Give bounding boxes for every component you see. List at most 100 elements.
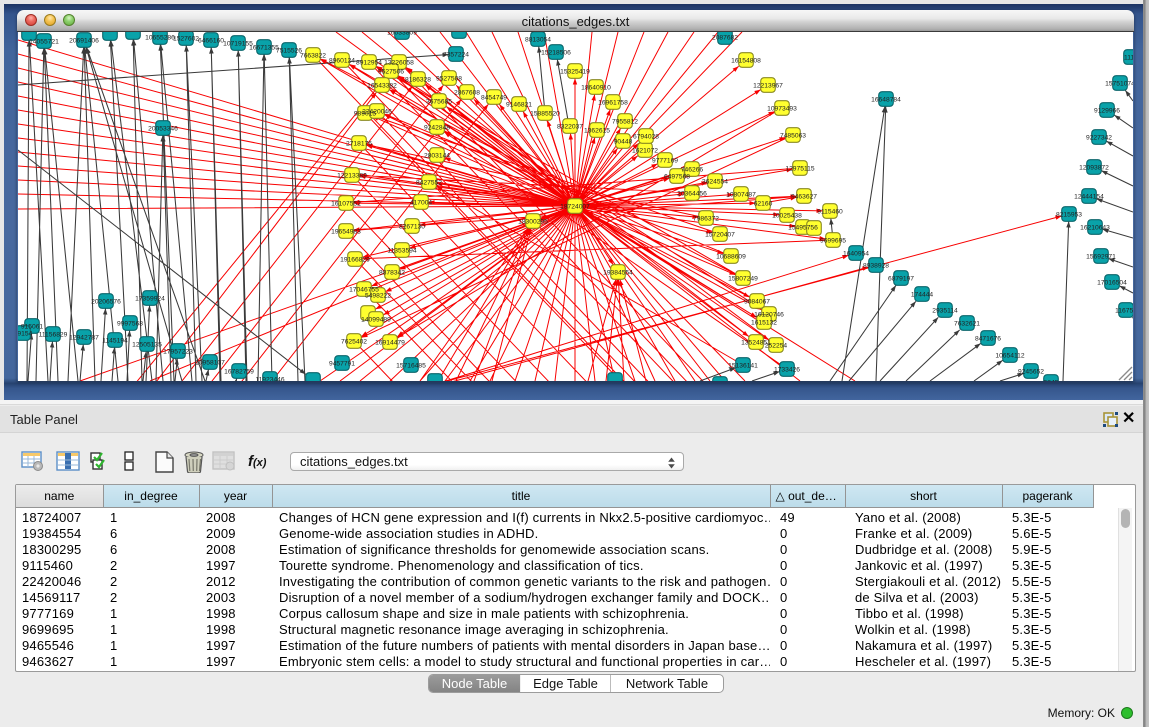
svg-text:9146821: 9146821	[506, 101, 532, 108]
svg-text:12093872: 12093872	[1079, 164, 1109, 171]
svg-text:22420046: 22420046	[362, 108, 392, 115]
svg-text:9463627: 9463627	[791, 193, 817, 200]
svg-text:15716485: 15716485	[396, 362, 426, 369]
svg-text:19384554: 19384554	[603, 269, 633, 276]
svg-text:9699695: 9699695	[820, 237, 846, 244]
svg-text:16120746: 16120746	[754, 311, 784, 318]
svg-text:6794028: 6794028	[633, 133, 659, 140]
svg-text:252254: 252254	[765, 342, 788, 349]
svg-text:8186328: 8186328	[405, 76, 431, 83]
svg-text:12213967: 12213967	[753, 82, 783, 89]
svg-text:15720407: 15720407	[705, 231, 735, 238]
svg-text:1640954: 1640954	[843, 250, 869, 257]
svg-text:15751074: 15751074	[1105, 80, 1133, 87]
svg-text:1362615: 1362615	[584, 127, 610, 134]
svg-text:7986372: 7986372	[693, 215, 719, 222]
svg-text:8427552: 8427552	[416, 179, 442, 186]
svg-text:9242848: 9242848	[424, 124, 450, 131]
svg-text:116753: 116753	[1115, 307, 1133, 314]
svg-text:11923446: 11923446	[255, 376, 285, 381]
svg-text:2718176: 2718176	[346, 140, 372, 147]
svg-text:3675685: 3675685	[426, 98, 452, 105]
svg-text:15885520: 15885520	[530, 110, 560, 117]
svg-text:16210643: 16210643	[1080, 224, 1110, 231]
svg-text:17957223: 17957223	[163, 348, 193, 355]
svg-text:9777169: 9777169	[652, 157, 678, 164]
svg-text:20364456: 20364456	[677, 190, 707, 197]
svg-text:16648784: 16648784	[871, 96, 901, 103]
svg-text:17016504: 17016504	[1097, 279, 1127, 286]
svg-text:9527508: 9527508	[436, 75, 462, 82]
svg-text:2935114: 2935114	[932, 307, 958, 314]
svg-text:10688609: 10688609	[716, 253, 746, 260]
svg-text:7625402: 7625402	[341, 338, 367, 345]
svg-text:1733426: 1733426	[774, 366, 800, 373]
svg-text:8454749: 8454749	[481, 94, 507, 101]
svg-text:7485063: 7485063	[780, 132, 806, 139]
svg-text:15495756: 15495756	[788, 224, 818, 231]
svg-text:746266: 746266	[681, 166, 704, 173]
svg-text:6466160: 6466160	[198, 37, 224, 44]
svg-text:8322037: 8322037	[557, 123, 583, 130]
svg-text:7357224: 7357224	[443, 51, 469, 58]
svg-text:18724007: 18724007	[560, 203, 590, 210]
svg-text:9227342: 9227342	[1086, 134, 1112, 141]
svg-text:2087682: 2087682	[712, 34, 738, 41]
svg-text:8912954: 8912954	[356, 59, 382, 66]
svg-text:1145194: 1145194	[102, 337, 128, 344]
svg-text:9084067: 9084067	[744, 298, 770, 305]
svg-text:1527602: 1527602	[173, 35, 199, 42]
svg-text:7663822: 7663822	[300, 52, 326, 59]
svg-text:14099489: 14099489	[361, 316, 391, 323]
svg-text:2867608: 2867608	[454, 89, 480, 96]
svg-text:14055721: 14055721	[29, 38, 59, 45]
svg-text:12505135: 12505135	[132, 341, 162, 348]
svg-text:5498222: 5498222	[365, 292, 391, 299]
svg-text:10654112: 10654112	[995, 352, 1025, 359]
svg-text:10958107: 10958107	[195, 359, 225, 366]
svg-text:15325419: 15325419	[560, 68, 590, 75]
svg-text:8215953: 8215953	[1056, 211, 1082, 218]
svg-text:16961758: 16961758	[598, 99, 628, 106]
svg-text:8938928: 8938928	[863, 262, 889, 269]
svg-text:11156829: 11156829	[39, 331, 68, 338]
svg-text:2803144: 2803144	[424, 152, 450, 159]
svg-text:16914479: 16914479	[375, 339, 405, 346]
svg-text:8471676: 8471676	[975, 335, 1001, 342]
svg-text:1621072: 1621072	[632, 147, 658, 154]
svg-text:915061: 915061	[21, 323, 44, 330]
svg-text:9245: 9245	[1044, 379, 1059, 381]
svg-text:10655286: 10655286	[145, 34, 175, 41]
svg-text:16543382: 16543382	[367, 82, 397, 89]
svg-text:20053346: 20053346	[148, 125, 178, 132]
svg-text:7955812: 7955812	[612, 118, 638, 125]
svg-text:8267130: 8267130	[399, 223, 425, 230]
svg-text:16154808: 16154808	[731, 57, 761, 64]
svg-text:12942787: 12942787	[69, 334, 99, 341]
svg-text:10973493: 10973493	[767, 105, 797, 112]
svg-text:9245652: 9245652	[1018, 368, 1044, 375]
svg-text:9457791: 9457791	[329, 360, 355, 367]
svg-text:8813054: 8813054	[525, 36, 551, 43]
svg-text:10025438: 10025438	[772, 212, 802, 219]
svg-text:8878342: 8878342	[379, 269, 405, 276]
svg-text:18300295: 18300295	[518, 218, 548, 225]
svg-text:7632621: 7632621	[954, 320, 980, 327]
svg-text:12444154: 12444154	[1074, 193, 1104, 200]
svg-text:9115460: 9115460	[817, 208, 843, 215]
svg-text:6497568: 6497568	[664, 173, 690, 180]
svg-text:12975115: 12975115	[785, 165, 815, 172]
svg-text:15136141: 15136141	[728, 362, 758, 369]
svg-text:9527506: 9527506	[378, 68, 404, 75]
svg-text:11353594: 11353594	[387, 247, 417, 254]
svg-text:62160: 62160	[754, 200, 773, 207]
svg-text:1112: 1112	[1124, 54, 1133, 61]
svg-text:6879197: 6879197	[888, 275, 914, 282]
svg-text:90448: 90448	[614, 138, 633, 145]
svg-text:16033809: 16033809	[387, 32, 417, 36]
svg-text:15807249: 15807249	[728, 275, 758, 282]
svg-text:16782759: 16782759	[224, 368, 254, 375]
svg-text:9129966: 9129966	[1094, 107, 1120, 114]
svg-text:39154: 39154	[18, 330, 33, 337]
svg-text:15692971: 15692971	[1086, 253, 1116, 260]
